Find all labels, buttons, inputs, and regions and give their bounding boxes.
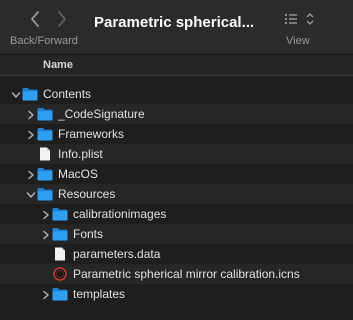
disclosure-chevron-right-icon[interactable]: [41, 289, 51, 300]
toolbar: Back/Forward Parametric spherical... Vie…: [0, 0, 353, 54]
file-name-label: Contents: [43, 87, 92, 101]
list-item[interactable]: Frameworks: [0, 124, 353, 144]
list-item[interactable]: calibrationimages: [0, 204, 353, 224]
folder-icon: [22, 87, 38, 101]
view-label: View: [286, 35, 310, 47]
finder-window: Back/Forward Parametric spherical... Vie…: [0, 0, 353, 320]
file-name-label: templates: [73, 287, 126, 301]
folder-icon: [52, 287, 68, 301]
disclosure-chevron-down-icon[interactable]: [11, 89, 21, 99]
list-item[interactable]: Info.plist: [0, 144, 353, 164]
list-item[interactable]: Parametric spherical mirror calibration.…: [0, 264, 353, 284]
folder-icon: [37, 167, 53, 181]
file-name-label: Resources: [58, 187, 116, 201]
list-item[interactable]: parameters.data: [0, 244, 353, 264]
file-name-label: Frameworks: [58, 127, 125, 141]
folder-icon: [37, 187, 53, 201]
window-title: Parametric spherical...: [94, 14, 255, 31]
document-icon: [52, 247, 68, 261]
file-name-label: Info.plist: [58, 147, 103, 161]
list-view-icon[interactable]: [283, 10, 319, 30]
list-item[interactable]: Resources: [0, 184, 353, 204]
folder-icon: [37, 127, 53, 141]
disclosure-chevron-right-icon[interactable]: [26, 109, 36, 120]
list-item[interactable]: templates: [0, 284, 353, 304]
back-forward-label: Back/Forward: [10, 35, 78, 47]
disclosure-chevron-right-icon[interactable]: [26, 169, 36, 180]
icns-file-icon: [52, 267, 68, 281]
file-name-label: MacOS: [58, 167, 99, 181]
disclosure-chevron-right-icon[interactable]: [41, 229, 51, 240]
list-item[interactable]: Fonts: [0, 224, 353, 244]
disclosure-chevron-down-icon[interactable]: [26, 189, 36, 199]
file-name-label: calibrationimages: [73, 207, 167, 221]
name-column-header[interactable]: Name: [43, 59, 73, 71]
chevron-right-icon[interactable]: [51, 8, 73, 30]
list-item[interactable]: Contents: [0, 84, 353, 104]
document-icon: [37, 147, 53, 161]
chevron-left-icon[interactable]: [24, 8, 46, 30]
folder-icon: [37, 107, 53, 121]
disclosure-chevron-right-icon[interactable]: [26, 129, 36, 140]
folder-icon: [52, 227, 68, 241]
file-name-label: Parametric spherical mirror calibration.…: [73, 267, 300, 281]
disclosure-chevron-right-icon[interactable]: [41, 209, 51, 220]
list-item[interactable]: _CodeSignature: [0, 104, 353, 124]
file-list: Contents _CodeSignature Frameworks Info.pli…: [0, 84, 353, 304]
file-name-label: parameters.data: [73, 247, 161, 261]
file-name-label: _CodeSignature: [58, 107, 145, 121]
folder-icon: [52, 207, 68, 221]
list-item[interactable]: MacOS: [0, 164, 353, 184]
file-name-label: Fonts: [73, 227, 104, 241]
column-header[interactable]: Name: [0, 54, 353, 76]
